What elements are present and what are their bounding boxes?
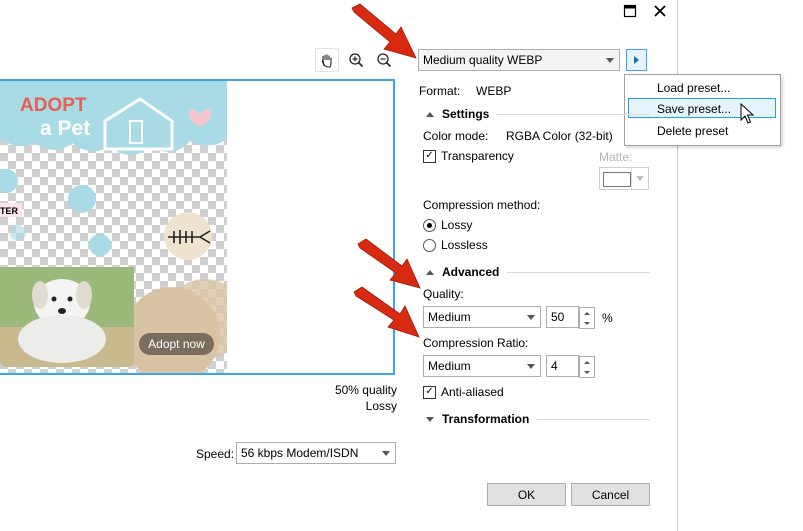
- spinner-buttons[interactable]: [579, 307, 595, 329]
- menu-item-save-preset[interactable]: Save preset...: [657, 102, 731, 116]
- ratio-preset-value: Medium: [428, 359, 471, 373]
- lossless-radio[interactable]: Lossless: [423, 238, 488, 252]
- zoom-in-button[interactable]: [344, 48, 368, 72]
- quality-preset-value: Medium: [428, 310, 471, 324]
- matte-swatch: [603, 172, 631, 187]
- radio-selected-icon: [423, 218, 436, 232]
- spinner-buttons[interactable]: [579, 356, 595, 378]
- quality-unit: %: [602, 311, 613, 325]
- preview-frame[interactable]: ADOPT a Pet TER Adopt now: [0, 79, 395, 375]
- transformation-section-header[interactable]: Transformation: [426, 412, 650, 426]
- quality-value: 50: [551, 310, 565, 324]
- speed-value: 56 kbps Modem/ISDN: [241, 446, 359, 460]
- maximize-icon: [623, 4, 637, 18]
- lossy-radio[interactable]: Lossy: [423, 218, 472, 232]
- matte-label: Matte:: [599, 150, 633, 164]
- maximize-button[interactable]: [619, 0, 641, 22]
- menu-item-load-preset[interactable]: Load preset...: [657, 81, 730, 95]
- poster-title-line1: ADOPT: [20, 95, 87, 116]
- menu-item-delete-preset[interactable]: Delete preset: [657, 124, 728, 138]
- hand-icon: [321, 54, 332, 68]
- antialiased-label: Anti-aliased: [441, 385, 504, 399]
- zoom-out-icon: [377, 53, 392, 68]
- poster-center-label: TER: [0, 206, 18, 216]
- preview-mode-caption: Lossy: [365, 399, 397, 413]
- preview-quality-caption: 50% quality: [334, 383, 397, 397]
- expand-icon: [426, 416, 434, 422]
- collapse-icon: [426, 269, 434, 275]
- compression-ratio-label: Compression Ratio:: [423, 336, 529, 350]
- cancel-button[interactable]: Cancel: [571, 483, 650, 506]
- format-label: Format:: [419, 84, 461, 98]
- radio-unselected-icon: [423, 238, 436, 252]
- settings-title: Settings: [442, 107, 490, 121]
- compression-ratio-preset-select[interactable]: Medium: [423, 355, 541, 377]
- compression-ratio-spinner[interactable]: 4: [546, 355, 595, 378]
- speed-select[interactable]: 56 kbps Modem/ISDN: [236, 442, 396, 464]
- speed-label: Speed:: [196, 447, 235, 461]
- poster-artwork: [0, 81, 227, 373]
- chevron-down-icon: [377, 443, 395, 463]
- chevron-right-icon: [634, 56, 639, 64]
- pan-tool-button[interactable]: [315, 48, 339, 72]
- zoom-in-icon: [349, 53, 364, 68]
- format-value: WEBP: [476, 84, 512, 98]
- poster-adopt-button: Adopt now: [139, 333, 214, 355]
- matte-color-picker[interactable]: [599, 167, 649, 190]
- poster-title-line2: a Pet: [40, 117, 91, 140]
- preset-menu-button[interactable]: [626, 49, 647, 71]
- mouse-cursor-icon: [740, 103, 755, 124]
- close-icon: [654, 5, 666, 17]
- lossless-label: Lossless: [441, 238, 488, 252]
- compression-method-label: Compression method:: [423, 198, 541, 212]
- quality-label: Quality:: [423, 287, 464, 301]
- advanced-section-header[interactable]: Advanced: [426, 265, 650, 279]
- preset-select[interactable]: Medium quality WEBP: [418, 49, 620, 71]
- chevron-down-icon: [636, 176, 644, 181]
- color-mode-value: RGBA Color (32-bit): [506, 129, 613, 143]
- quality-preset-select[interactable]: Medium: [423, 306, 541, 328]
- collapse-icon: [426, 111, 434, 117]
- check-icon: ✓: [423, 385, 436, 399]
- chevron-down-icon: [522, 356, 540, 376]
- lossy-label: Lossy: [441, 218, 473, 232]
- zoom-out-button[interactable]: [372, 48, 396, 72]
- close-button[interactable]: [649, 0, 671, 22]
- ok-button[interactable]: OK: [487, 483, 566, 506]
- chevron-down-icon: [522, 307, 540, 327]
- check-icon: ✓: [423, 149, 436, 163]
- ratio-value: 4: [551, 359, 558, 373]
- chevron-down-icon: [601, 50, 619, 70]
- transparency-checkbox[interactable]: ✓ Transparency: [423, 149, 514, 163]
- advanced-title: Advanced: [442, 265, 500, 279]
- transparency-label: Transparency: [441, 149, 514, 163]
- settings-section-header[interactable]: Settings: [426, 107, 650, 121]
- color-mode-label: Color mode:: [423, 129, 489, 143]
- quality-spinner[interactable]: 50: [546, 306, 595, 329]
- antialiased-checkbox[interactable]: ✓ Anti-aliased: [423, 385, 504, 399]
- transformation-title: Transformation: [442, 412, 530, 426]
- preset-value: Medium quality WEBP: [423, 53, 543, 67]
